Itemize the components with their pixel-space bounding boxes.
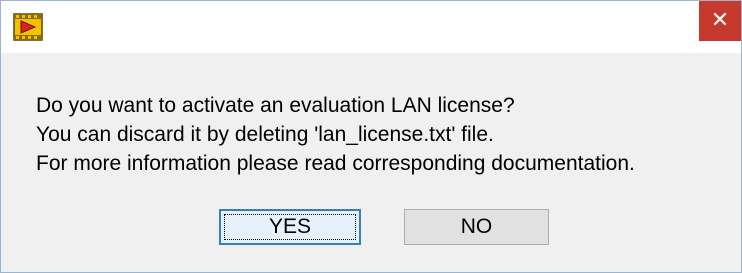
no-button-label: NO (460, 215, 493, 238)
message-line: Do you want to activate an evaluation LA… (36, 94, 515, 117)
focus-rectangle (224, 214, 356, 240)
message-line: You can discard it by deleting 'lan_lice… (36, 123, 494, 146)
dialog-body: Do you want to activate an evaluation LA… (1, 53, 741, 272)
close-icon: ✕ (710, 8, 730, 33)
title-bar[interactable]: ✕ (1, 1, 741, 53)
dialog-window: ✕ Do you want to activate an evaluation … (0, 0, 742, 273)
close-button[interactable]: ✕ (699, 1, 741, 41)
message-line: For more information please read corresp… (36, 152, 635, 175)
yes-button[interactable]: YES (219, 209, 361, 245)
message-text: Do you want to activate an evaluation LA… (36, 91, 635, 178)
no-button[interactable]: NO (404, 209, 549, 245)
labview-arrow-icon (13, 13, 43, 41)
